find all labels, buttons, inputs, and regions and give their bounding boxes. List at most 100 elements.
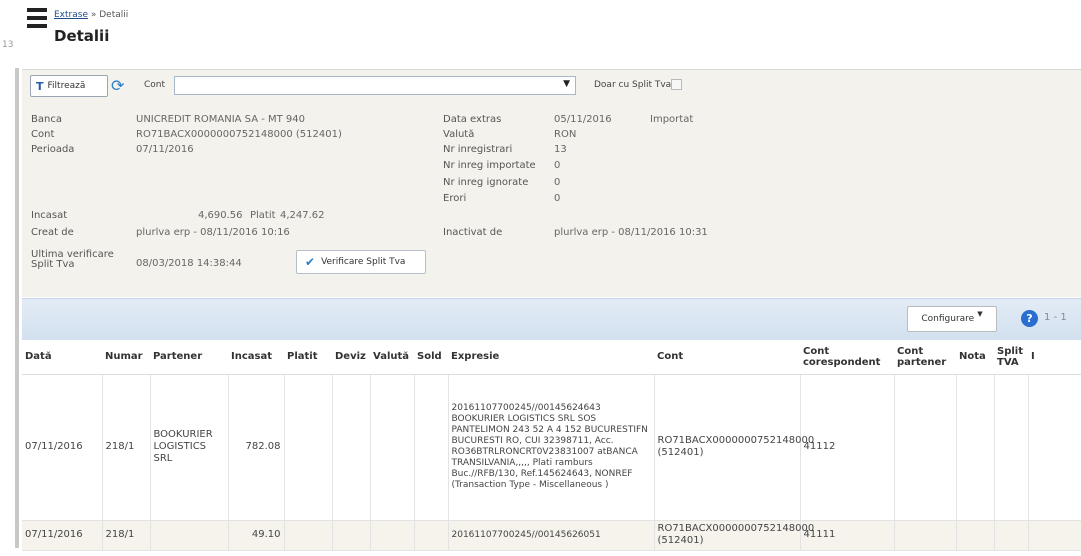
toolbar: T Filtrează ⟳ Cont ▼ Doar cu Split Tva (22, 73, 1081, 101)
creat-value: plurlva erp - 08/11/2016 10:16 (136, 227, 290, 238)
breadcrumb-link-extrase[interactable]: Extrase (54, 10, 88, 20)
cell-split-tva (994, 374, 1029, 521)
cell-partener: BOOKURIER LOGISTICS SRL (150, 374, 229, 521)
table-row[interactable]: 07/11/2016 218/1 49.10 20161107700245//0… (22, 520, 1081, 551)
breadcrumb-separator: » (90, 10, 97, 20)
valuta-value: RON (554, 129, 577, 140)
column-header-cont-partener[interactable]: Cont partener (894, 340, 956, 375)
cell-partener (150, 520, 229, 551)
cell-data: 07/11/2016 (22, 520, 103, 551)
column-header-numar[interactable]: Numar (102, 340, 150, 375)
left-edge (0, 60, 22, 556)
cell-cont-partener (894, 374, 957, 521)
inactivat-value: plurlva erp - 08/11/2016 10:31 (554, 227, 708, 238)
verify-icon: ✔ (305, 255, 316, 269)
filter-button[interactable]: T Filtrează (30, 75, 108, 97)
cell-platit (284, 374, 333, 521)
verificare-split-tva-button[interactable]: ✔ Verificare Split Tva (296, 250, 426, 274)
incasat-label: Incasat (31, 210, 68, 221)
cell-cont-corespondent: 41111 (800, 520, 895, 551)
ultima-verificare-label: Ultima verificare Split Tva (31, 250, 114, 270)
table-row[interactable]: 07/11/2016 218/1 BOOKURIER LOGISTICS SRL… (22, 374, 1081, 521)
cont-label: Cont (31, 129, 55, 140)
cont-value: RO71BACX0000000752148000 (512401) (136, 129, 342, 140)
cell-sold (414, 520, 449, 551)
nr-ignorate-value: 0 (554, 177, 561, 188)
incasat-value: 4,690.56 (198, 210, 243, 221)
column-header-partener[interactable]: Partener (150, 340, 228, 375)
column-header-data[interactable]: Dată (22, 340, 102, 375)
cont-filter-label: Cont (144, 80, 166, 90)
column-header-deviz[interactable]: Deviz (332, 340, 370, 375)
cell-split-tva (994, 520, 1029, 551)
erori-value: 0 (554, 193, 561, 204)
cell-valuta (370, 520, 415, 551)
inactivat-label: Inactivat de (443, 227, 503, 238)
column-header-nota[interactable]: Nota (956, 340, 994, 375)
perioada-label: Perioada (31, 144, 75, 155)
breadcrumb: Extrase » Detalii (54, 10, 128, 20)
platit-label: Platit (250, 210, 276, 221)
status-text: Importat (650, 114, 694, 125)
cell-extra (1028, 520, 1081, 551)
configurare-label: Configurare (921, 314, 975, 324)
cell-cont: RO71BACX0000000752148000 (512401) (654, 374, 814, 521)
nr-importate-value: 0 (554, 160, 561, 171)
pager-text: 1 - 1 (1044, 312, 1067, 323)
left-number: 13 (2, 40, 14, 50)
data-extras-label: Data extras (443, 114, 502, 125)
column-header-cont[interactable]: Cont (654, 340, 800, 375)
cell-platit (284, 520, 333, 551)
caret-down-icon: ▼ (977, 310, 983, 318)
cell-deviz (332, 374, 371, 521)
cell-valuta (370, 374, 415, 521)
cell-cont: RO71BACX0000000752148000 (512401) (654, 520, 814, 551)
cell-incasat: 782.08 (228, 374, 285, 521)
platit-value: 4,247.62 (280, 210, 325, 221)
page-title: Detalii (54, 27, 110, 45)
cell-numar: 218/1 (102, 374, 151, 521)
creat-label: Creat de (31, 227, 74, 238)
help-icon[interactable]: ? (1021, 310, 1038, 327)
column-header-expresie[interactable]: Expresie (448, 340, 654, 375)
table-header-row: Dată Numar Partener Incasat Platit Deviz… (22, 340, 1081, 375)
cell-deviz (332, 520, 371, 551)
refresh-icon[interactable]: ⟳ (111, 77, 129, 95)
split-tva-label: Doar cu Split Tva (594, 80, 672, 90)
cell-cont-partener (894, 520, 957, 551)
filter-label: Filtrează (47, 81, 86, 91)
ultima-label-line2: Split Tva (31, 259, 75, 270)
left-scrollbar[interactable] (15, 68, 19, 548)
column-header-cont-corespondent[interactable]: Cont corespondent (800, 340, 894, 375)
cell-cont-corespondent: 41112 (800, 374, 895, 521)
dropdown-arrow-icon[interactable]: ▼ (563, 79, 570, 89)
cont-select[interactable]: ▼ (174, 76, 576, 95)
column-header-sold[interactable]: Sold (414, 340, 448, 375)
ultima-verificare-value: 08/03/2018 14:38:44 (136, 258, 242, 269)
verificare-label: Verificare Split Tva (321, 257, 406, 267)
data-extras-value: 05/11/2016 (554, 114, 612, 125)
cell-nota (956, 520, 995, 551)
split-tva-checkbox[interactable] (671, 79, 682, 90)
valuta-label: Valută (443, 129, 475, 140)
perioada-value: 07/11/2016 (136, 144, 194, 155)
column-header-split-tva[interactable]: Split TVA (994, 340, 1028, 375)
cell-sold (414, 374, 449, 521)
transactions-table: Dată Numar Partener Incasat Platit Deviz… (22, 340, 1081, 551)
cell-nota (956, 374, 995, 521)
menu-icon[interactable] (27, 8, 47, 36)
column-header-valuta[interactable]: Valută (370, 340, 414, 375)
configurare-button[interactable]: Configurare ▼ (907, 306, 997, 332)
nr-ignorate-label: Nr inreg ignorate (443, 177, 529, 188)
banca-label: Banca (31, 114, 62, 125)
nr-importate-label: Nr inreg importate (443, 160, 536, 171)
column-header-incasat[interactable]: Incasat (228, 340, 284, 375)
cell-expresie: 20161107700245//00145626051 (448, 520, 655, 551)
column-header-platit[interactable]: Platit (284, 340, 332, 375)
column-header-extra[interactable]: I (1028, 340, 1081, 375)
erori-label: Erori (443, 193, 467, 204)
banca-value: UNICREDIT ROMANIA SA - MT 940 (136, 114, 306, 125)
nr-inregistrari-label: Nr inregistrari (443, 144, 513, 155)
cell-extra (1028, 374, 1081, 521)
filter-icon: T (36, 79, 44, 93)
